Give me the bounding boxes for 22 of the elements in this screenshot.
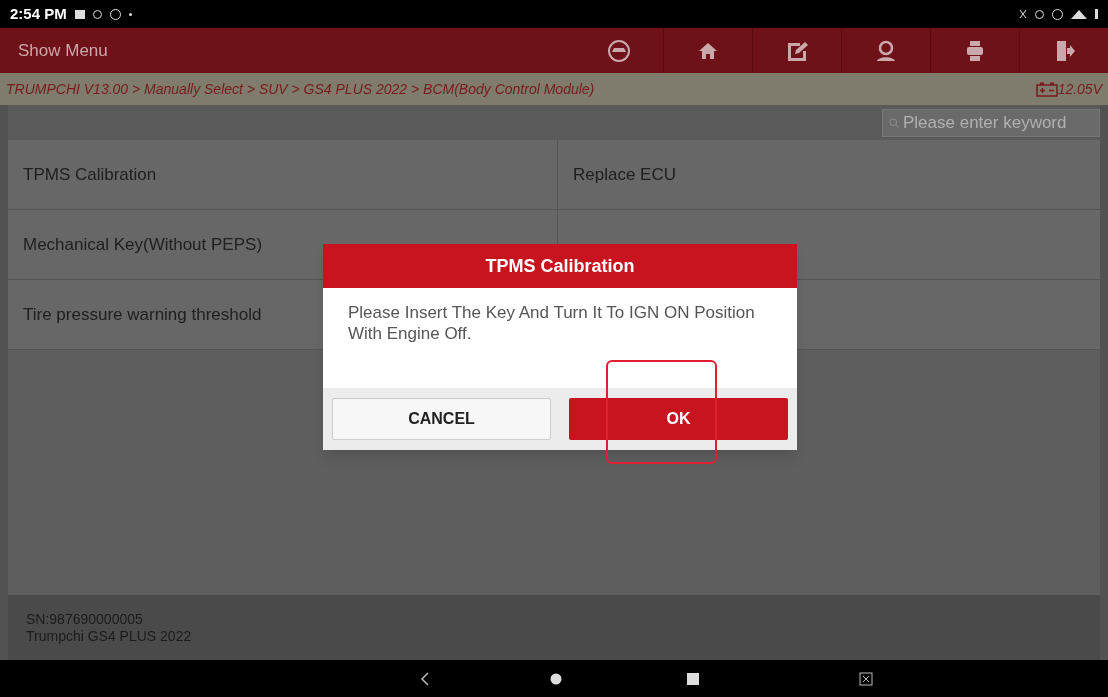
breadcrumb: TRUMPCHI V13.00 > Manually Select > SUV > GS4 PLUS 2022 > BCM(Body Control Module)	[6, 79, 595, 99]
ok-button[interactable]: OK	[569, 398, 788, 440]
function-item[interactable]: Mechanical Key(Without PEPS)	[23, 231, 263, 258]
headset-user-icon[interactable]	[874, 38, 898, 63]
search-icon	[889, 115, 899, 130]
function-item[interactable]: TPMS Calibration	[23, 161, 157, 188]
function-item[interactable]: Tire pressure warning threshold	[23, 301, 262, 328]
dialog-title: TPMS Calibration	[323, 244, 797, 288]
function-item[interactable]: Replace ECU	[573, 161, 676, 188]
home-icon[interactable]	[550, 672, 562, 685]
voltage-reading: 12.05V	[1057, 79, 1102, 99]
back-icon[interactable]	[420, 671, 430, 686]
image-notification-icon	[74, 9, 85, 19]
car-icon[interactable]	[607, 38, 631, 63]
search-field[interactable]: Please enter keyword	[882, 108, 1100, 137]
dot-icon	[128, 12, 132, 16]
dialog-message: Please Insert The Key And Turn It To IGN ON Position With Engine Off.	[348, 302, 756, 344]
battery-icon	[1035, 81, 1058, 97]
screenshot-icon[interactable]	[859, 671, 873, 686]
status-time: 2:54 PM	[10, 3, 67, 24]
cancel-button[interactable]: CANCEL	[332, 398, 551, 440]
recents-icon[interactable]	[687, 672, 699, 685]
